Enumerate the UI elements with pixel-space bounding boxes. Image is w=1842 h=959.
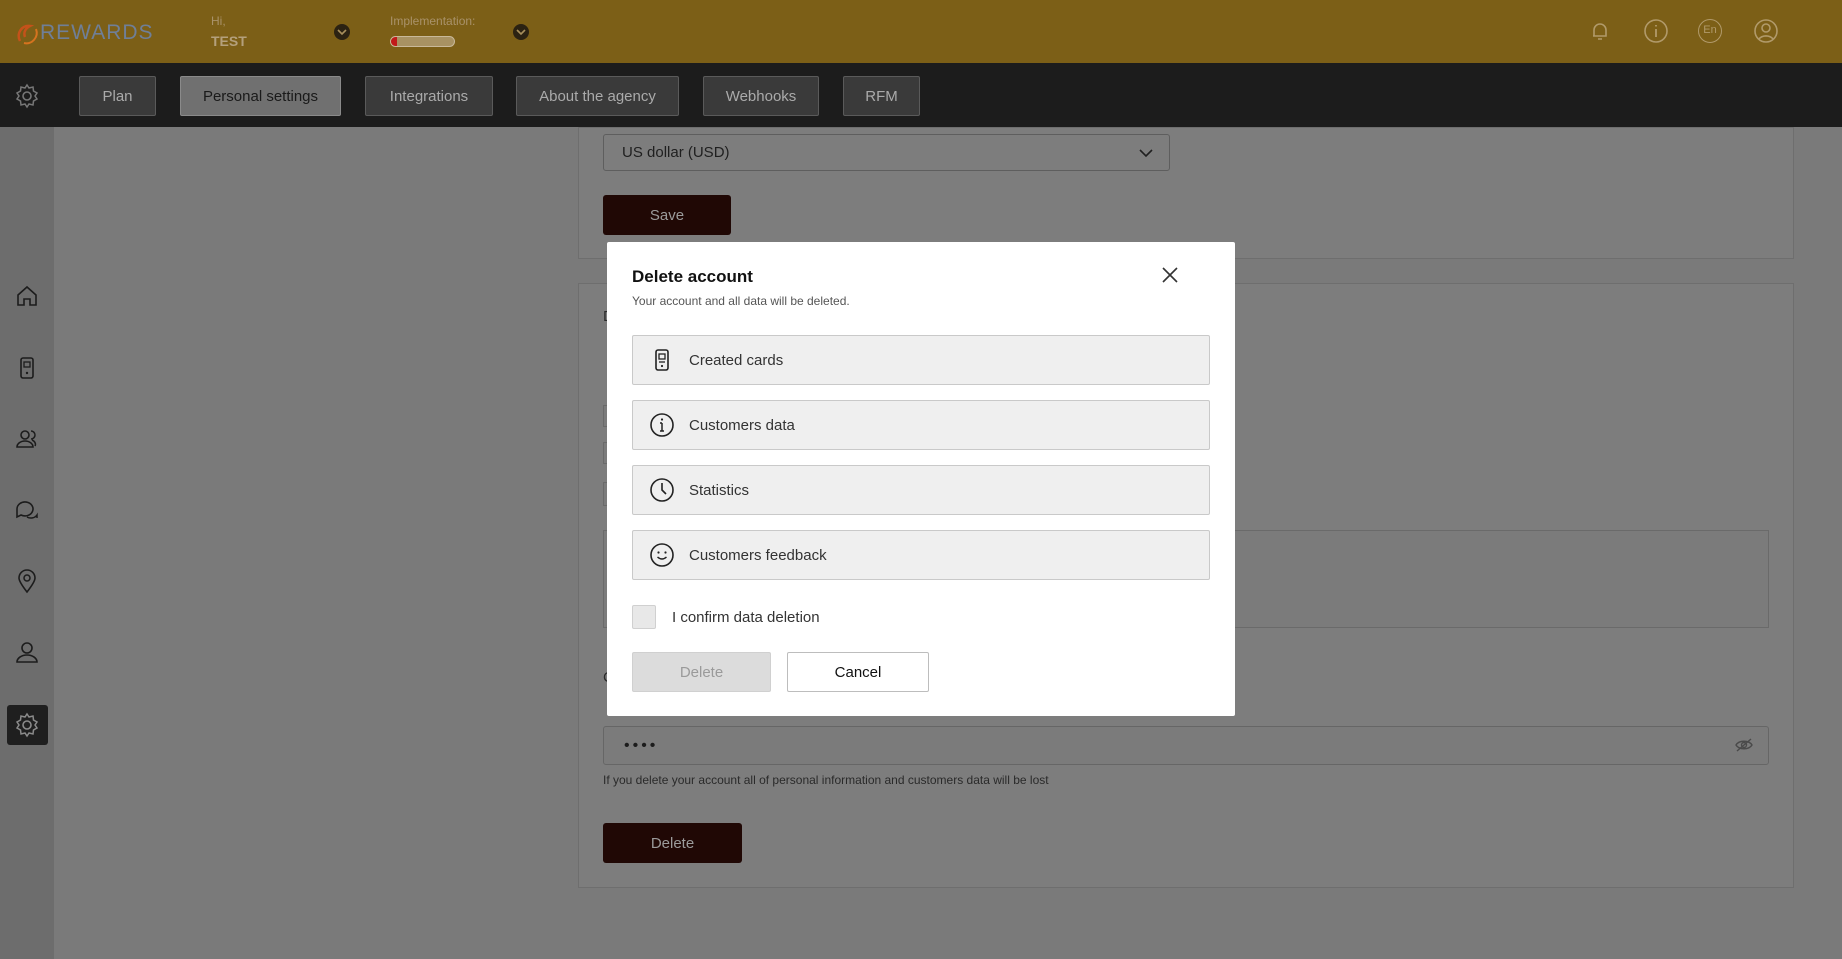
implementation-label: Implementation: bbox=[390, 14, 476, 28]
customers-icon[interactable] bbox=[13, 425, 41, 453]
chat-icon[interactable] bbox=[13, 496, 41, 524]
delete-account-modal: Delete account Your account and all data… bbox=[607, 242, 1235, 716]
currency-value: US dollar (USD) bbox=[622, 144, 730, 161]
eye-off-icon[interactable] bbox=[1734, 737, 1754, 753]
implementation-chevron-icon[interactable] bbox=[513, 24, 529, 40]
logo[interactable]: REWARDS bbox=[14, 18, 154, 48]
tab-webhooks[interactable]: Webhooks bbox=[703, 76, 819, 116]
user-greeting: Hi, TEST bbox=[211, 14, 247, 48]
user-menu-chevron-icon[interactable] bbox=[334, 24, 350, 40]
top-bar: REWARDS Hi, TEST Implementation: En bbox=[0, 0, 1842, 63]
tab-plan[interactable]: Plan bbox=[79, 76, 156, 116]
tab-personal-settings[interactable]: Personal settings bbox=[180, 76, 341, 116]
password-value: •••• bbox=[624, 737, 659, 754]
confirm-label[interactable]: I confirm data deletion bbox=[672, 609, 820, 626]
implementation-progress-fill bbox=[391, 37, 398, 46]
smiley-icon bbox=[650, 543, 674, 567]
chevron-down-icon bbox=[1139, 149, 1153, 158]
settings-nav-bar: Plan Personal settings Integrations Abou… bbox=[0, 63, 1842, 127]
cards-icon[interactable] bbox=[13, 354, 41, 382]
modal-cancel-button[interactable]: Cancel bbox=[787, 652, 929, 692]
deletion-item-statistics: Statistics bbox=[632, 465, 1210, 515]
left-sidebar bbox=[0, 127, 54, 959]
brand-name: REWARDS bbox=[40, 21, 154, 44]
user-icon[interactable] bbox=[13, 638, 41, 666]
card-phone-icon bbox=[655, 349, 669, 371]
confirm-checkbox[interactable] bbox=[632, 605, 656, 629]
location-icon[interactable] bbox=[13, 567, 41, 595]
deletion-item-label: Statistics bbox=[689, 481, 750, 499]
settings-icon[interactable] bbox=[13, 711, 41, 739]
modal-subtitle: Your account and all data will be delete… bbox=[632, 294, 850, 308]
user-name: TEST bbox=[211, 33, 247, 49]
deletion-item-label: Customers data bbox=[689, 416, 795, 434]
deletion-item-customers-data: Customers data bbox=[632, 400, 1210, 450]
deletion-item-created-cards: Created cards bbox=[632, 335, 1210, 385]
deletion-item-label: Created cards bbox=[689, 351, 784, 369]
bell-icon[interactable] bbox=[1587, 18, 1613, 44]
language-code: En bbox=[1698, 19, 1722, 43]
tab-about-the-agency[interactable]: About the agency bbox=[516, 76, 679, 116]
greeting-text: Hi, bbox=[211, 14, 226, 28]
confirm-row: I confirm data deletion bbox=[632, 605, 820, 629]
modal-delete-button[interactable]: Delete bbox=[632, 652, 771, 692]
profile-icon[interactable] bbox=[1753, 18, 1779, 44]
delete-button[interactable]: Delete bbox=[603, 823, 742, 863]
close-icon[interactable] bbox=[1159, 264, 1181, 286]
delete-warning-text: If you delete your account all of person… bbox=[603, 773, 1049, 787]
logo-swirl-icon bbox=[17, 24, 38, 45]
password-input[interactable]: •••• bbox=[603, 726, 1769, 765]
info-icon[interactable] bbox=[1643, 18, 1669, 44]
implementation-progress bbox=[390, 36, 455, 47]
info-icon bbox=[650, 413, 674, 437]
modal-title: Delete account bbox=[632, 267, 753, 286]
clock-icon bbox=[650, 478, 674, 502]
language-icon[interactable]: En bbox=[1698, 19, 1724, 45]
tab-integrations[interactable]: Integrations bbox=[365, 76, 493, 116]
deletion-item-label: Customers feedback bbox=[689, 546, 827, 564]
tab-rfm[interactable]: RFM bbox=[843, 76, 920, 116]
gear-icon[interactable] bbox=[14, 83, 40, 109]
currency-select[interactable]: US dollar (USD) bbox=[603, 134, 1170, 171]
home-icon[interactable] bbox=[13, 282, 41, 310]
save-button[interactable]: Save bbox=[603, 195, 731, 235]
deletion-item-customers-feedback: Customers feedback bbox=[632, 530, 1210, 580]
